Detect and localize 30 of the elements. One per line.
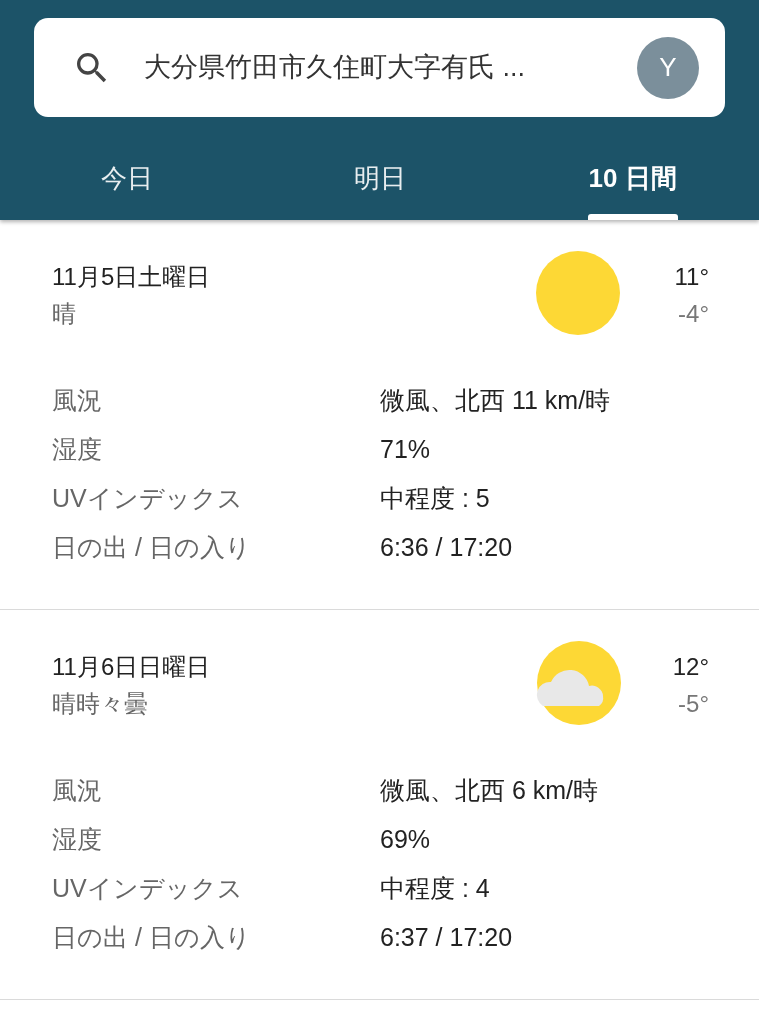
detail-value: 中程度 : 4 [380,872,490,904]
sun-icon [535,250,621,336]
detail-value: 微風、北西 11 km/時 [380,384,611,416]
tab[interactable]: 10 日間 [506,159,759,220]
high-temp: 12° [672,652,709,682]
detail-value: 6:37 / 17:20 [380,921,513,953]
detail-label: 湿度 [52,823,103,855]
detail-label: 日の出 / 日の入り [52,921,252,953]
detail-label: 湿度 [52,433,103,465]
date-text: 11月5日土曜日 [52,262,212,292]
detail-value: 69% [380,823,431,855]
detail-label: UVインデックス [52,482,244,514]
detail-value: 中程度 : 5 [380,482,490,514]
detail-value: 微風、北西 6 km/時 [380,774,599,806]
detail-label: 風況 [52,384,103,416]
low-temp: -5° [678,689,709,719]
detail-label: 日の出 / 日の入り [52,531,252,563]
detail-value: 71% [380,433,431,465]
tab[interactable]: 明日 [253,159,506,220]
date-text: 11月6日日曜日 [52,652,212,682]
detail-value: 6:36 / 17:20 [380,531,513,563]
low-temp: -4° [678,299,709,329]
condition-text: 晴 [52,299,77,329]
high-temp: 11° [674,262,709,292]
tab[interactable]: 今日 [0,159,253,220]
location-text: 大分県竹田市久住町大字有氏 ... [144,51,526,85]
detail-label: UVインデックス [52,872,244,904]
search-field[interactable]: 大分県竹田市久住町大字有氏 ... Y [34,18,725,117]
detail-label: 風況 [52,774,103,806]
condition-text: 晴時々曇 [52,689,149,719]
